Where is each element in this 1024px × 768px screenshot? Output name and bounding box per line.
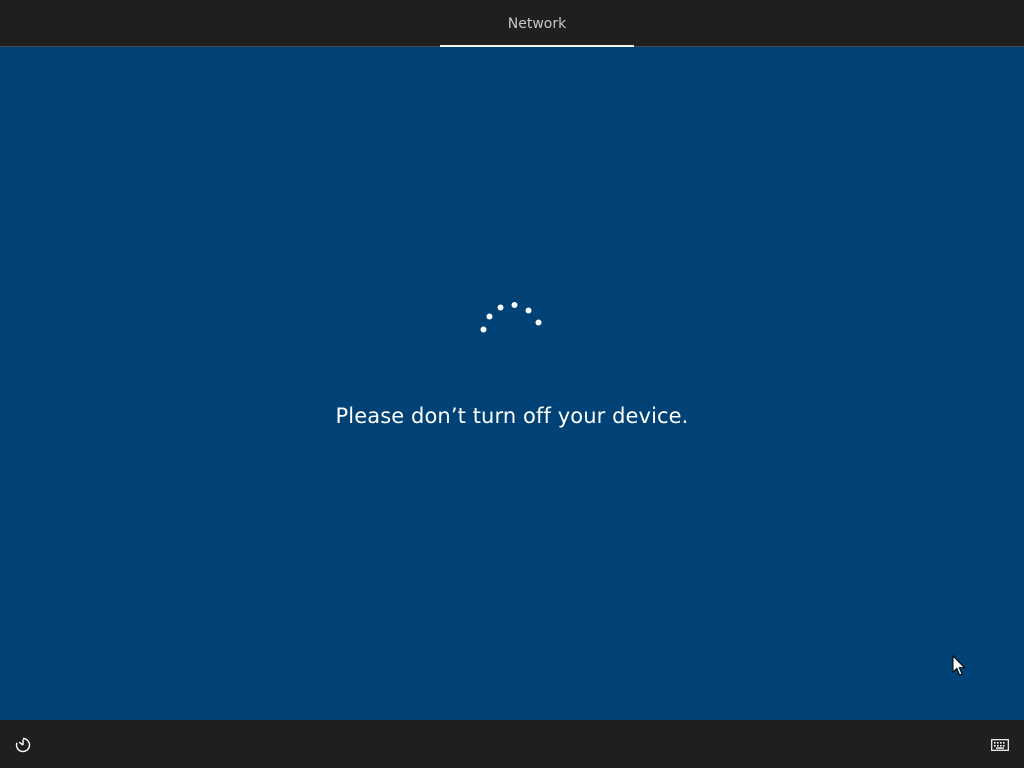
bottom-bar	[0, 720, 1024, 768]
on-screen-keyboard-button[interactable]	[986, 734, 1014, 756]
tab-active-indicator	[440, 45, 634, 47]
ease-of-access-button[interactable]	[10, 734, 36, 756]
keyboard-icon	[991, 739, 1009, 751]
spinner-dot	[525, 307, 532, 314]
ease-of-access-icon	[15, 737, 31, 753]
mouse-pointer-icon	[952, 655, 966, 676]
spinner-dot	[511, 302, 518, 308]
spinner-dot	[535, 319, 542, 326]
status-message: Please don’t turn off your device.	[335, 404, 689, 428]
spinner-dot	[497, 304, 504, 311]
spinner-dot	[486, 313, 493, 320]
top-bar: Network	[0, 0, 1024, 47]
spinner-dot	[480, 326, 487, 333]
tab-network-label: Network	[507, 16, 567, 32]
tab-network: Network	[440, 0, 634, 47]
oobe-screen: Network Please don’t turn off your devic…	[0, 0, 1024, 768]
loading-spinner	[480, 302, 542, 333]
